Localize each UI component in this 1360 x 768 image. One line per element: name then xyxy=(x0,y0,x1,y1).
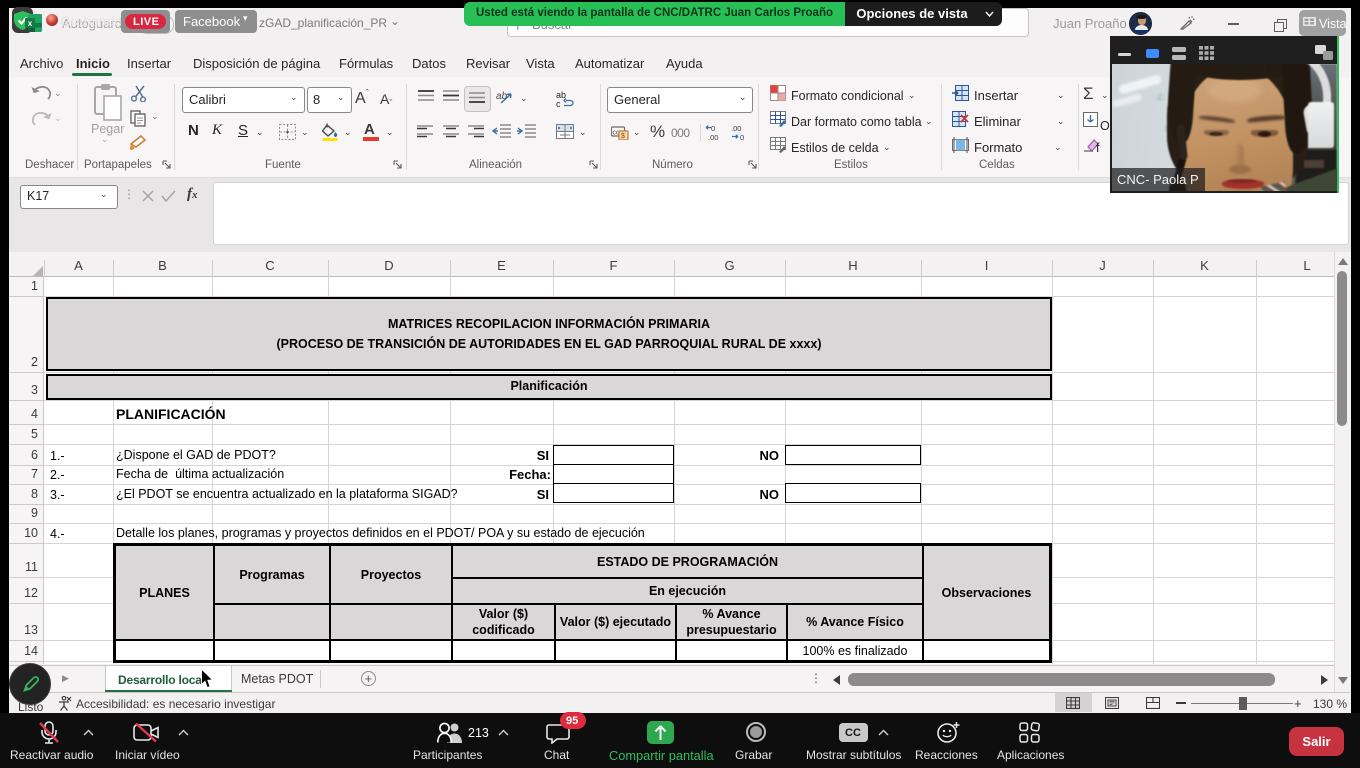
svg-text:.00: .00 xyxy=(708,133,718,141)
svg-text:0: 0 xyxy=(740,133,744,141)
svg-text:c: c xyxy=(556,99,561,108)
svg-text:$: $ xyxy=(621,133,625,140)
svg-text:ab: ab xyxy=(496,91,508,102)
svg-text:x: x xyxy=(28,19,33,28)
svg-text:.00: .00 xyxy=(731,124,741,133)
svg-text:0: 0 xyxy=(711,124,715,133)
